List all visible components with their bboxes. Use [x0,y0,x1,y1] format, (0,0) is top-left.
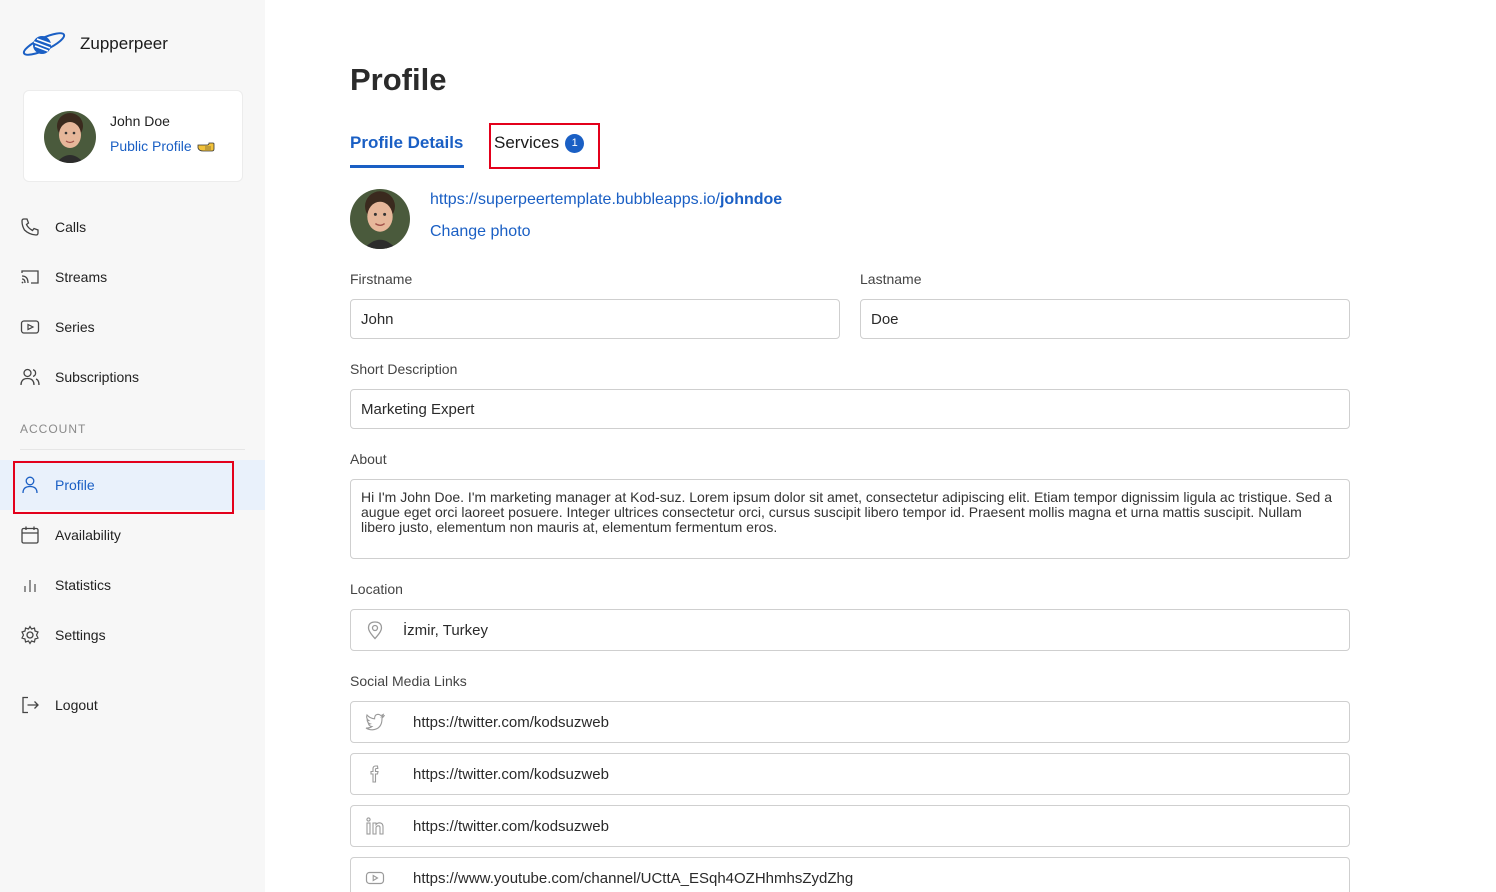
play-box-icon [20,320,40,334]
nav-profile[interactable]: Profile [0,460,265,510]
short-description-label: Short Description [350,361,458,377]
facebook-link-value: https://twitter.com/kodsuzweb [413,765,609,783]
short-description-field[interactable]: Marketing Expert [350,389,1350,429]
public-profile-label: Public Profile [110,138,192,154]
firstname-value: John [361,310,394,328]
divider [20,449,245,450]
brand[interactable]: Zupperpeer [20,28,168,60]
page-title: Profile [350,62,447,97]
nav-availability[interactable]: Availability [0,510,265,560]
firstname-label: Firstname [350,271,413,287]
planet-logo-icon [22,32,66,56]
youtube-icon [365,871,385,885]
nav-profile-label: Profile [55,477,95,493]
nav-settings-label: Settings [55,627,106,643]
facebook-icon [370,765,379,783]
about-label: About [350,451,387,467]
app-name: Zupperpeer [80,34,168,53]
short-description-value: Marketing Expert [361,400,475,418]
linkedin-link-field[interactable]: https://twitter.com/kodsuzweb [350,805,1350,847]
location-label: Location [350,581,403,597]
sidebar: Zupperpeer John Doe Public Profile Calls [0,0,265,892]
linkedin-icon [366,817,384,835]
social-media-label: Social Media Links [350,673,467,689]
lastname-field[interactable]: Doe [860,299,1350,339]
twitter-icon [365,713,385,731]
location-value: İzmir, Turkey [403,621,489,639]
user-card: John Doe Public Profile [23,90,243,182]
nav-series-label: Series [55,319,95,335]
nav-statistics-label: Statistics [55,577,112,593]
profile-url-handle: johndoe [719,191,783,208]
about-textarea[interactable]: Hi I'm John Doe. I'm marketing manager a… [350,479,1350,559]
tab-profile-details[interactable]: Profile Details [350,133,463,153]
user-name: John Doe [110,113,170,129]
nav-calls[interactable]: Calls [0,202,265,252]
location-field[interactable]: İzmir, Turkey [350,609,1350,651]
lastname-value: Doe [871,310,899,328]
bar-chart-icon [24,580,36,592]
nav-availability-label: Availability [55,527,121,543]
public-profile-link[interactable]: Public Profile [110,138,215,154]
lastname-label: Lastname [860,271,922,287]
twitter-link-field[interactable]: https://twitter.com/kodsuzweb [350,701,1350,743]
tab-profile-details-label: Profile Details [350,133,464,152]
gear-icon [21,625,39,645]
section-account-label: ACCOUNT [20,422,87,436]
services-count-badge: 1 [565,133,585,153]
tab-services-label: Services [494,133,560,152]
nav-streams[interactable]: Streams [0,252,265,302]
avatar[interactable] [44,111,96,163]
nav-logout-label: Logout [55,697,98,713]
profile-url-prefix: https://superpeertemplate.bubbleapps.io/ [430,191,720,208]
youtube-link-field[interactable]: https://www.youtube.com/channel/UCttA_ES… [350,857,1350,892]
nav-subscriptions-label: Subscriptions [55,369,140,385]
twitter-link-value: https://twitter.com/kodsuzweb [413,713,609,731]
pointing-hand-icon [197,142,215,152]
public-profile-url[interactable]: https://superpeertemplate.bubbleapps.io/… [430,191,782,209]
youtube-link-value: https://www.youtube.com/channel/UCttA_ES… [413,869,854,887]
about-value: Hi I'm John Doe. I'm marketing manager a… [361,489,1332,535]
users-icon [20,368,40,386]
active-tab-indicator [350,165,464,168]
tab-services[interactable]: Services 1 [494,133,585,153]
map-pin-icon [367,621,383,640]
avatar-photo-icon [44,111,96,163]
phone-icon [21,218,39,236]
facebook-link-field[interactable]: https://twitter.com/kodsuzweb [350,753,1350,795]
nav-streams-label: Streams [55,269,108,285]
nav-statistics[interactable]: Statistics [0,560,265,610]
linkedin-link-value: https://twitter.com/kodsuzweb [413,817,609,835]
nav-logout[interactable]: Logout [0,680,265,730]
calendar-icon [21,526,39,544]
logout-icon [22,696,39,714]
profile-photo[interactable] [350,189,410,249]
nav-calls-label: Calls [55,219,87,235]
change-photo-link[interactable]: Change photo [430,223,531,241]
nav-settings[interactable]: Settings [0,610,265,660]
nav-series[interactable]: Series [0,302,265,352]
nav-subscriptions[interactable]: Subscriptions [0,352,265,402]
user-icon [22,476,38,494]
avatar-photo-icon [350,189,410,249]
cast-icon [21,270,39,284]
firstname-field[interactable]: John [350,299,840,339]
